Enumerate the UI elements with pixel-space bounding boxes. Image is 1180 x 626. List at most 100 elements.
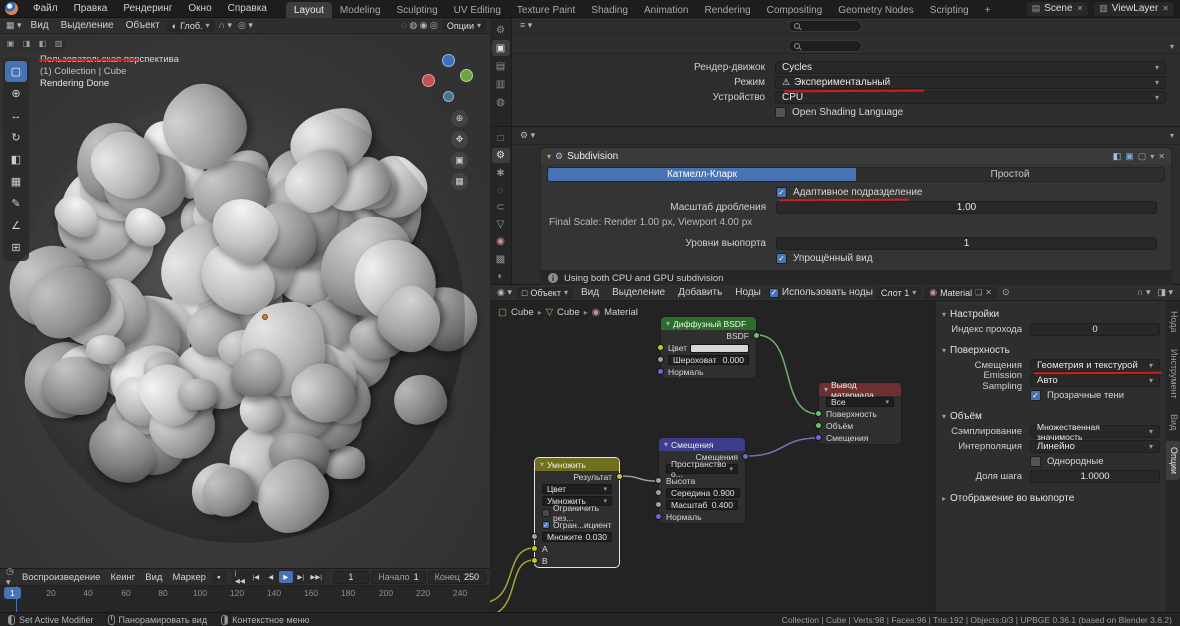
camera-view-button[interactable]: ▣ <box>451 152 468 169</box>
midlevel-slider[interactable]: Середина0.900 <box>666 488 740 498</box>
record-button[interactable]: ● <box>212 571 226 583</box>
shading-mode-icons[interactable]: ◌ ◍ ◉ ◎ <box>399 20 439 31</box>
select-box-tool[interactable]: ▢ <box>5 61 27 82</box>
properties-search-2[interactable] <box>788 40 862 52</box>
move-tool[interactable]: ↔ <box>5 105 27 126</box>
emission-sampling-dropdown[interactable]: Авто▾ <box>1030 374 1160 387</box>
slot-dropdown[interactable]: Слот 1▾ <box>876 287 921 299</box>
tab-sculpting[interactable]: Sculpting <box>389 2 446 18</box>
homogeneous-checkbox[interactable] <box>1030 456 1041 467</box>
node-diffuse-bsdf[interactable]: ▾Диффузный BSDF BSDF Цвет Шероховат0.000… <box>660 316 757 379</box>
tab-animation[interactable]: Animation <box>636 2 696 18</box>
proportional-edit-icon[interactable]: ◎ ▾ <box>236 20 255 31</box>
viewport-mode-toggles[interactable]: ▣ ◨ ◧ ▥ <box>3 37 66 50</box>
view-layer-selector[interactable]: ▥ ViewLayer ✕ <box>1094 2 1174 16</box>
data-type-dropdown[interactable]: Цвет▾ <box>542 484 612 494</box>
modifier-breadcrumb-icon[interactable]: ⚙ ▾ <box>518 130 537 141</box>
add-workspace-button[interactable]: + <box>977 2 999 18</box>
adaptive-checkbox[interactable]: ✓ <box>776 187 787 198</box>
blender-logo-icon[interactable] <box>5 2 18 15</box>
constraints-tab-icon[interactable]: ⊂ <box>492 200 510 215</box>
scale-input-socket[interactable] <box>655 501 662 508</box>
space-dropdown[interactable]: Пространство о...▾ <box>666 464 738 474</box>
node-material-output[interactable]: ▾Вывод материала Все▾ Поверхность Объём … <box>818 382 902 445</box>
menu-render[interactable]: Рендеринг <box>116 1 179 16</box>
copy-material-icon[interactable]: ❏ <box>975 288 982 297</box>
osl-checkbox[interactable] <box>775 107 786 118</box>
rotate-tool[interactable]: ↻ <box>5 127 27 148</box>
tool-tab-icon[interactable]: ⚙ <box>492 22 510 38</box>
xray-toggle-icon[interactable]: ▥ <box>51 37 66 50</box>
current-frame-badge[interactable]: 1 <box>4 587 21 599</box>
modifier-filter-chevron-icon[interactable]: ▾ <box>1170 131 1174 140</box>
shader-type-dropdown[interactable]: □ Объект▾ <box>517 287 573 299</box>
material-tab-icon[interactable]: ◉ <box>492 234 510 249</box>
sidebar-tab-node[interactable]: Нода <box>1166 305 1180 339</box>
a-input-socket[interactable] <box>531 545 538 552</box>
add-cube-tool[interactable]: ⊞ <box>5 237 27 258</box>
dicing-slider[interactable]: 1.00 <box>776 201 1157 214</box>
timeline-ruler[interactable]: 20 40 60 80 100 120 140 160 180 200 220 … <box>0 586 490 613</box>
node-displacement[interactable]: ▾Смещения Смещения Пространство о...▾ Вы… <box>658 437 746 524</box>
shader-snap-icon[interactable]: ∩ ▾ <box>1135 287 1153 298</box>
jump-end-button[interactable]: ▶▶| <box>309 571 324 583</box>
zoom-button[interactable]: ⊕ <box>451 110 468 127</box>
node-mix-multiply[interactable]: ▾Умножить Результат Цвет▾ Умножить▾ Огра… <box>534 457 620 568</box>
settings-panel-header[interactable]: ▾Настройки <box>942 306 1160 322</box>
ortho-toggle-button[interactable]: ▦ <box>451 173 468 190</box>
scene-unlink-icon[interactable]: ✕ <box>1077 4 1084 13</box>
editmode-toggle-icon[interactable]: ▣ <box>3 37 18 50</box>
roughness-slider[interactable]: Шероховат0.000 <box>668 355 749 365</box>
volume-sampling-dropdown[interactable]: Множественная значимость▾ <box>1030 425 1160 438</box>
timeline-menu-playback[interactable]: Воспроизведение <box>18 571 104 584</box>
scene-selector[interactable]: ▤ Scene ✕ <box>1027 2 1089 16</box>
gizmo-toggle-icon[interactable]: ◧ <box>35 37 50 50</box>
tab-rendering[interactable]: Rendering <box>696 2 758 18</box>
shader-menu-select[interactable]: Выделение <box>607 286 670 299</box>
play-button[interactable]: ▶ <box>279 571 293 583</box>
edit-mode-toggle-icon[interactable]: ◧ <box>1113 151 1122 162</box>
pan-button[interactable]: ✥ <box>451 131 468 148</box>
viewport-options-dropdown[interactable]: Опции ▾ <box>442 20 486 32</box>
catmull-clark-button[interactable]: Катмелл-Кларк <box>548 168 856 181</box>
transform-orientation-dropdown[interactable]: ◐ Глоб. ▾ <box>167 20 215 32</box>
interpolation-dropdown[interactable]: Линейно▾ <box>1030 440 1160 453</box>
tab-scripting[interactable]: Scripting <box>922 2 977 18</box>
viewport-menu-object[interactable]: Объект <box>121 19 165 32</box>
bsdf-output-socket[interactable] <box>753 332 760 339</box>
modifier-panel-header[interactable]: ▾ ⚙ Subdivision ◧ ▣ ▢ ▾ ✕ <box>541 148 1171 164</box>
surface-panel-header[interactable]: ▾Поверхность <box>942 342 1160 358</box>
filter-chevron-icon[interactable]: ▾ <box>1170 42 1174 51</box>
transparent-shadows-checkbox[interactable]: ✓ <box>1030 390 1041 401</box>
object-tab-icon[interactable]: □ <box>492 131 510 146</box>
shader-overlays-icon[interactable]: ◨ ▾ <box>1155 287 1175 298</box>
axis-x-icon[interactable] <box>422 74 435 87</box>
device-dropdown[interactable]: CPU▾ <box>775 91 1166 104</box>
sidebar-tab-options[interactable]: Опции <box>1166 441 1180 480</box>
current-frame-field[interactable]: 1 <box>333 571 370 584</box>
modifier-close-icon[interactable]: ✕ <box>1158 152 1165 161</box>
tab-modeling[interactable]: Modeling <box>332 2 389 18</box>
tab-texture-paint[interactable]: Texture Paint <box>509 2 583 18</box>
modifier-tab-icon[interactable]: ⚙ <box>492 148 510 163</box>
factor-slider[interactable]: Множите0.030 <box>542 532 612 542</box>
displacement-output-socket[interactable] <box>742 453 749 460</box>
modifier-extras-icon[interactable]: ▾ <box>1150 152 1154 161</box>
breadcrumb-mesh[interactable]: Cube <box>557 307 580 318</box>
sidebar-tab-view[interactable]: Вид <box>1166 408 1180 436</box>
color-swatch[interactable] <box>690 344 749 353</box>
tab-geometry-nodes[interactable]: Geometry Nodes <box>830 2 922 18</box>
timeline-menu-keying[interactable]: Кеинг <box>106 571 139 584</box>
clamp-result-checkbox[interactable] <box>542 509 550 517</box>
timeline-menu-view[interactable]: Вид <box>141 571 166 584</box>
particles-tab-icon[interactable]: ✱ <box>492 165 510 180</box>
menu-file[interactable]: Файл <box>26 1 65 16</box>
annotate-tool[interactable]: ✎ <box>5 193 27 214</box>
displacement-method-dropdown[interactable]: Геометрия и текстурой▾ <box>1030 359 1160 372</box>
prev-keyframe-button[interactable]: |◀ <box>249 571 263 583</box>
properties-search-1[interactable] <box>788 20 862 32</box>
frame-start-field[interactable]: Начало1 <box>371 571 425 584</box>
displacement-input-socket[interactable] <box>815 434 822 441</box>
viewport-display-panel-header[interactable]: ▸Отображение во вьюпорте <box>942 490 1160 506</box>
simplified-checkbox[interactable]: ✓ <box>776 253 787 264</box>
